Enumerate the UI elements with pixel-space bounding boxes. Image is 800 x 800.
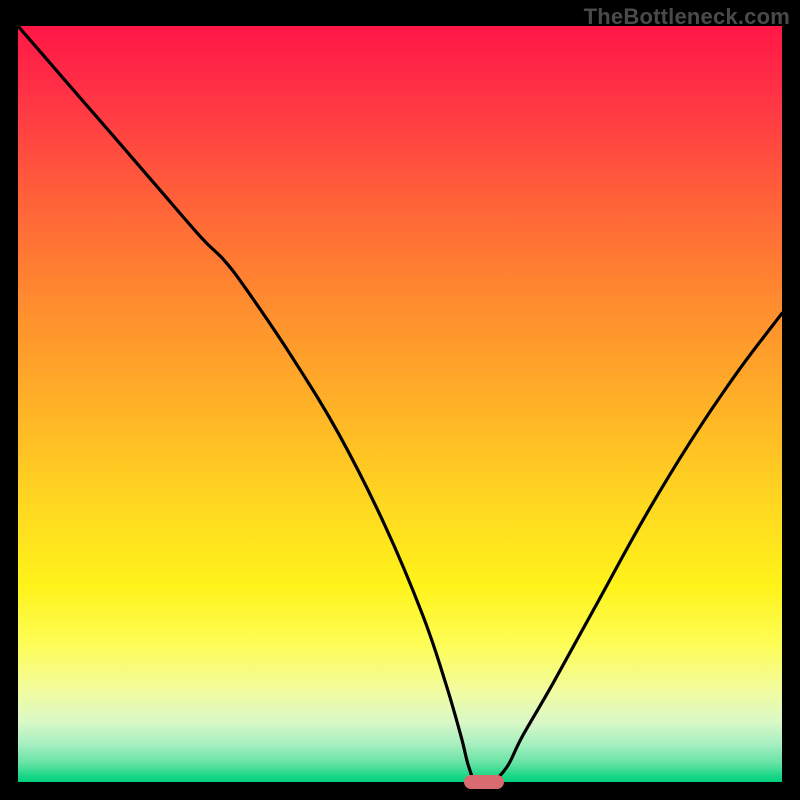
plot-outer <box>18 26 782 782</box>
watermark-text: TheBottleneck.com <box>584 4 790 30</box>
bottleneck-curve-path <box>18 26 782 782</box>
bottleneck-marker <box>464 775 504 789</box>
chart-frame: TheBottleneck.com <box>0 0 800 800</box>
bottleneck-curve <box>18 26 782 782</box>
